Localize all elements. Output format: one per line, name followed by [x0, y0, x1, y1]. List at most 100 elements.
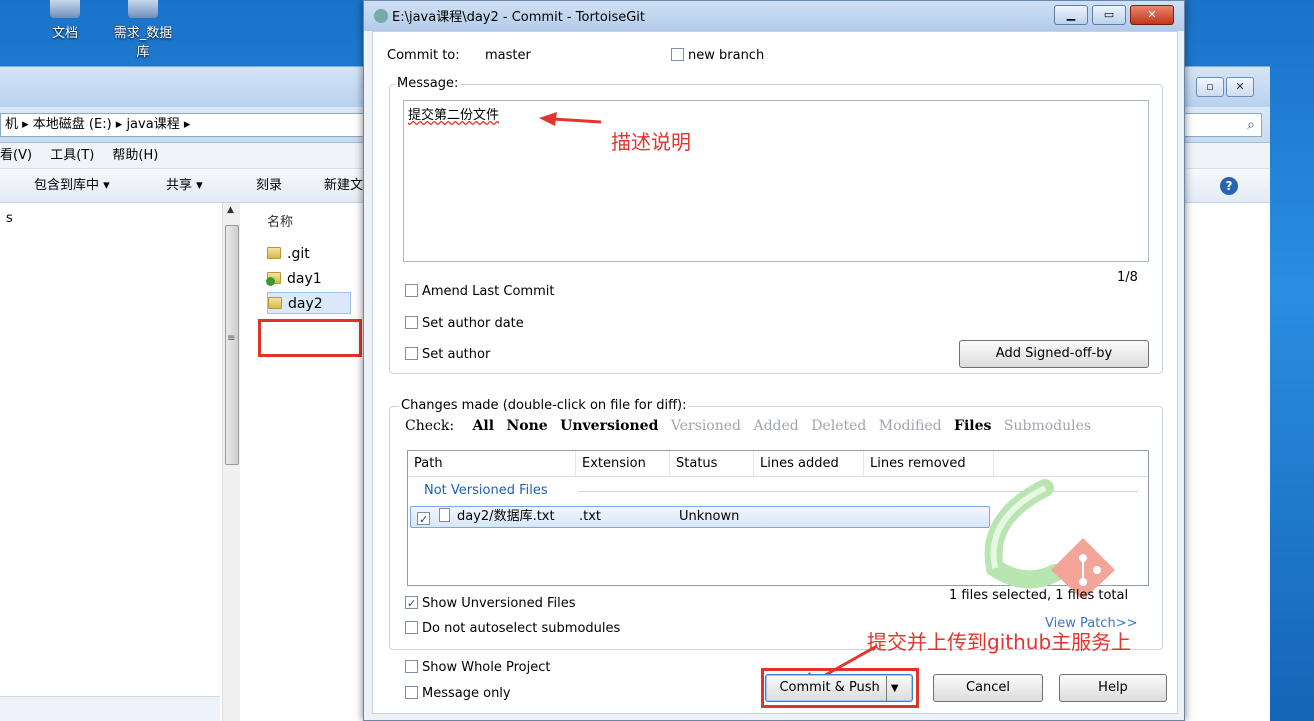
file-glyph: [439, 508, 450, 522]
filter-added[interactable]: Added: [753, 418, 798, 434]
changes-label: Changes made (double-click on file for d…: [399, 398, 689, 413]
annotation-message: 描述说明: [611, 130, 691, 154]
cancel-button[interactable]: Cancel: [933, 674, 1043, 702]
file-name: day2: [288, 296, 323, 312]
txt-file-icon: [439, 507, 454, 527]
annotation-push: 提交并上传到github主服务上: [867, 630, 1132, 654]
line-counter: 1/8: [1117, 270, 1138, 285]
checkbox-box[interactable]: [405, 621, 418, 634]
add-signed-off-by-button[interactable]: Add Signed-off-by: [959, 340, 1149, 368]
scroll-grip-icon: ≡: [227, 333, 236, 344]
group-header: Not Versioned Files: [424, 483, 548, 498]
checkbox-box[interactable]: [405, 686, 418, 699]
column-header-extension[interactable]: Extension: [576, 451, 670, 477]
menu-tools[interactable]: 工具(T): [50, 143, 94, 169]
filter-all[interactable]: All: [473, 418, 495, 434]
checkbox-label: Do not autoselect submodules: [422, 621, 621, 636]
tortoisegit-icon: [374, 9, 388, 23]
row-status: Unknown: [679, 509, 740, 524]
desktop-icon-documents[interactable]: 文档: [30, 0, 100, 41]
checkbox-label: Set author: [422, 347, 491, 362]
dialog-title: E:\java课程\day2 - Commit - TortoiseGit: [374, 6, 645, 25]
file-item-day2[interactable]: day2: [267, 292, 351, 314]
search-icon[interactable]: ⌕: [1247, 114, 1255, 136]
checkbox-label: Message only: [422, 686, 511, 701]
restore-icon[interactable]: ▫: [1196, 77, 1224, 97]
commit-to-label: Commit to:: [387, 48, 460, 63]
checkbox-box[interactable]: [405, 284, 418, 297]
message-text: 提交第二份文件: [408, 108, 500, 123]
dialog-titlebar: E:\java课程\day2 - Commit - TortoiseGit ▁ …: [364, 1, 1184, 31]
help-icon[interactable]: ?: [1220, 177, 1238, 195]
checkbox-box[interactable]: [671, 48, 684, 61]
share-button[interactable]: 共享 ▾: [166, 169, 203, 203]
checkbox-box[interactable]: [417, 510, 430, 530]
file-name: .git: [287, 246, 310, 262]
close-icon[interactable]: ✕: [1226, 77, 1254, 97]
checkbox-box[interactable]: [405, 347, 418, 360]
annotation-highlight-day2: [258, 319, 362, 357]
row-checkbox[interactable]: [417, 510, 434, 530]
menu-view[interactable]: 看(V): [0, 143, 32, 169]
tortoisegit-watermark-icon: [984, 479, 1115, 598]
nav-scrollbar[interactable]: ▲ ≡: [222, 203, 240, 721]
help-button[interactable]: Help: [1059, 674, 1167, 702]
new-branch-checkbox[interactable]: new branch: [671, 46, 764, 66]
branch-name: master: [485, 48, 531, 63]
column-header-status[interactable]: Status: [670, 451, 754, 477]
nav-pane-footer: [0, 696, 220, 721]
dialog-body: Commit to: master new branch Message: 提交…: [372, 31, 1178, 714]
folder-icon: [267, 247, 281, 259]
filter-submodules[interactable]: Submodules: [1004, 418, 1091, 434]
filter-deleted[interactable]: Deleted: [811, 418, 866, 434]
filter-none[interactable]: None: [506, 418, 547, 434]
annotation-highlight-commit: [761, 668, 919, 708]
documents-icon: [50, 0, 80, 18]
close-icon[interactable]: ✕: [1130, 5, 1174, 25]
checkbox-label: Show Whole Project: [422, 660, 551, 675]
column-header-lines-added[interactable]: Lines added: [754, 451, 864, 477]
file-item-git[interactable]: .git: [267, 243, 310, 265]
desktop-icon-requirements-db[interactable]: 需求_数据库: [108, 0, 178, 60]
folder-versioned-icon: [266, 272, 281, 286]
dialog-title-text: E:\java课程\day2 - Commit - TortoiseGit: [392, 10, 645, 25]
list-header: Path Extension Status Lines added Lines …: [408, 451, 1148, 477]
column-header-lines-removed[interactable]: Lines removed: [864, 451, 994, 477]
filter-files[interactable]: Files: [954, 418, 991, 434]
nav-item[interactable]: s: [6, 211, 13, 226]
row-extension: .txt: [579, 509, 602, 524]
checkbox-box[interactable]: [405, 316, 418, 329]
table-row[interactable]: day2/数据库.txt .txt Unknown: [410, 506, 990, 530]
desktop-icon-label: 文档: [51, 26, 78, 41]
burn-button[interactable]: 刻录: [256, 169, 282, 203]
amend-checkbox[interactable]: Amend Last Commit: [405, 282, 554, 302]
navigation-pane: s: [0, 203, 222, 721]
filter-unversioned[interactable]: Unversioned: [560, 418, 658, 434]
no-autoselect-submodules-checkbox[interactable]: Do not autoselect submodules: [405, 619, 620, 639]
checkbox-box[interactable]: [405, 594, 418, 614]
scroll-up-icon[interactable]: ▲: [227, 205, 234, 215]
checkbox-box[interactable]: [405, 660, 418, 673]
checkbox-label: Set author date: [422, 316, 524, 331]
file-name: day1: [287, 271, 322, 287]
filter-modified[interactable]: Modified: [879, 418, 942, 434]
show-unversioned-checkbox[interactable]: Show Unversioned Files: [405, 594, 576, 614]
row-path: day2/数据库.txt: [457, 509, 555, 524]
column-header-path[interactable]: Path: [408, 451, 576, 477]
minimize-icon[interactable]: ▁: [1054, 5, 1088, 25]
folder-icon: [268, 297, 282, 309]
message-only-checkbox[interactable]: Message only: [405, 684, 511, 704]
maximize-icon[interactable]: ▭: [1092, 5, 1126, 25]
show-whole-project-checkbox[interactable]: Show Whole Project: [405, 658, 550, 678]
file-item-day1[interactable]: day1: [266, 268, 322, 290]
column-header-name[interactable]: 名称: [267, 211, 293, 230]
filter-versioned[interactable]: Versioned: [671, 418, 741, 434]
new-folder-button[interactable]: 新建文: [324, 169, 363, 203]
include-in-library-button[interactable]: 包含到库中 ▾: [34, 169, 110, 203]
menu-help[interactable]: 帮助(H): [112, 143, 158, 169]
message-label: Message:: [395, 76, 461, 91]
scrollbar-thumb[interactable]: [225, 225, 239, 465]
message-input[interactable]: 提交第二份文件: [403, 100, 1149, 262]
set-author-checkbox[interactable]: Set author: [405, 345, 490, 365]
set-author-date-checkbox[interactable]: Set author date: [405, 314, 524, 334]
